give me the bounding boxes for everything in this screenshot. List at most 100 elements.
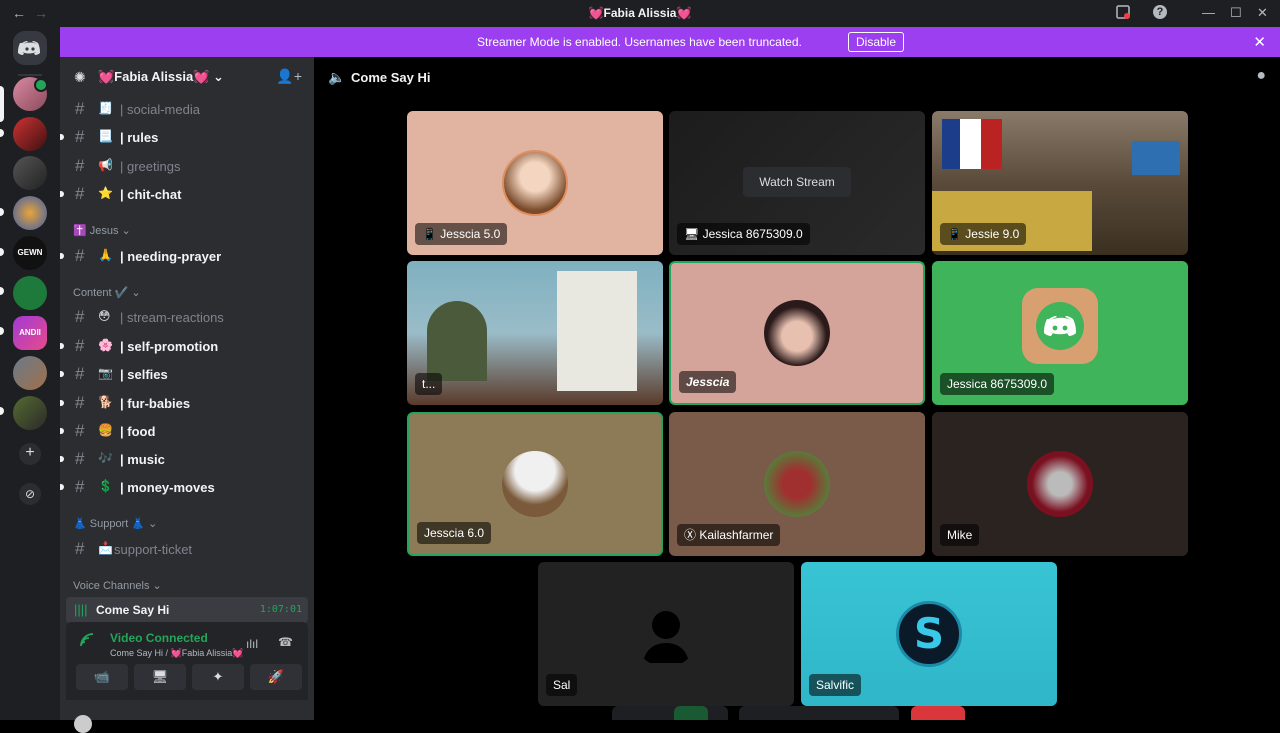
hash-icon: # [75,477,85,496]
watch-stream-button[interactable]: Watch Stream [743,167,851,197]
participant-tile[interactable]: Ⓧ Kailashfarmer [669,412,925,556]
active-server-pill [0,86,4,122]
discover-icon[interactable]: ⊘ [19,483,41,505]
channel-emoji: 🍔 [98,423,113,437]
channel-support-ticket[interactable]: # 📩 support-ticket [68,536,306,562]
hash-icon: # [75,421,85,440]
participant-name-tag: 📱 Jesscia 5.0 [415,223,508,245]
channel-fur-babies[interactable]: # 🐕 | fur-babies [60,390,306,416]
help-icon[interactable]: ? [1153,5,1167,19]
unread-pill [0,248,4,256]
category-voice-channels[interactable]: Voice Channels ⌄ [73,579,162,592]
participant-tile[interactable]: Watch Stream 🖥 Jessica 8675309.0 [669,111,925,255]
channel-emoji: 🧾 [98,101,113,115]
soundboard-button[interactable]: 🚀 [250,664,302,690]
channel-greetings[interactable]: # 📢 | greetings [68,153,306,179]
hash-icon: # [75,539,85,558]
voice-channel-timer: 1:07:01 [259,604,302,615]
unread-dot [60,400,64,406]
title-bar: ← → 💓Fabia Alissia💓 ? — ☐ ✕ [0,0,1280,27]
voice-status[interactable]: Video Connected [110,631,208,645]
channel-label: support-ticket [114,542,193,557]
server-avatar-8[interactable] [13,356,47,390]
participant-tile[interactable]: Sal [538,562,794,706]
user-avatar[interactable] [74,715,92,733]
channel-emoji: 🐕 [98,395,113,409]
voice-channel-name: Come Say Hi [96,603,170,617]
server-avatar-2[interactable] [13,117,47,151]
unread-dot [60,191,64,197]
maximize-button[interactable]: ☐ [1230,5,1242,21]
server-avatar-andii[interactable]: ANDII [13,316,47,350]
participant-tile[interactable]: Jessica 8675309.0 [932,261,1188,405]
channel-label: | fur-babies [120,396,191,411]
participant-tile[interactable]: S Salvific [801,562,1057,706]
close-banner-icon[interactable]: ✕ [1253,33,1266,51]
participant-tile-speaking[interactable]: Jesscia 6.0 [407,412,663,556]
server-settings-icon[interactable]: ✺ [74,69,86,86]
channel-stream-reactions[interactable]: # 😳 | stream-reactions [68,304,306,330]
noise-suppression-icon[interactable]: ılıl [246,637,258,651]
home-discord-icon[interactable] [13,31,47,65]
door-image [557,271,637,391]
channel-chit-chat[interactable]: # ⭐ | chit-chat [60,181,306,207]
channel-music[interactable]: # 🎶 | music [60,446,306,472]
voice-wave-icon: |||| [74,602,88,617]
channel-label: | needing-prayer [120,249,222,264]
channel-needing-prayer[interactable]: # 🙏 | needing-prayer [60,243,306,269]
inbox-icon[interactable] [1116,5,1130,22]
channel-selfies[interactable]: # 📷 | selfies [60,361,306,387]
server-avatar-6[interactable] [13,276,47,310]
server-header[interactable]: ✺ 💓Fabia Alissia💓 ⌄ 👤+ [60,57,314,97]
mic-camera-controls[interactable] [612,706,728,720]
channel-money-moves[interactable]: # 💲 | money-moves [60,474,306,500]
banner-message: Streamer Mode is enabled. Usernames have… [477,35,802,49]
participant-tile[interactable]: 📱 Jessie 9.0 [932,111,1188,255]
channel-social-media[interactable]: # 🧾 | social-media [68,96,306,122]
unread-dot [60,253,64,259]
channel-rules[interactable]: # 📃 | rules [60,124,306,150]
leave-call-button[interactable] [911,706,965,720]
minimize-button[interactable]: — [1202,5,1215,20]
category-jesus[interactable]: ✝️ Jesus ⌄ [73,224,131,237]
server-avatar-3[interactable] [13,156,47,190]
chat-bubble-icon[interactable]: ● [1256,67,1266,85]
unread-pill [0,327,4,335]
category-content[interactable]: Content ✔️ ⌄ [73,286,141,299]
channel-label: | music [120,452,165,467]
hash-icon: # [75,307,85,326]
category-support[interactable]: 👗 Support 👗 ⌄ [73,517,157,530]
add-server-icon[interactable]: + [19,443,41,465]
participant-tile[interactable]: 📱 Jesscia 5.0 [407,111,663,255]
server-name[interactable]: 💓Fabia Alissia💓 ⌄ [98,69,224,85]
channel-food[interactable]: # 🍔 | food [60,418,306,444]
speaker-icon: 🔈 [328,69,346,85]
hash-icon: # [75,184,85,203]
channel-emoji: ⭐ [98,186,113,200]
server-avatar-gewn[interactable]: GEWN [13,236,47,270]
screen-share-button[interactable]: 🖥 [134,664,186,690]
voice-status-subtitle[interactable]: Come Say Hi / 💓Fabia Alissia💓 [110,648,243,659]
participant-tile[interactable]: t... [407,261,663,405]
signal-icon [80,633,94,650]
invite-icon[interactable]: 👤+ [276,68,302,85]
activities-button[interactable]: ✦ [192,664,244,690]
camera-toggle[interactable] [674,706,708,720]
close-window-button[interactable]: ✕ [1257,5,1268,21]
participant-avatar [1027,451,1093,517]
camera-button[interactable]: 📹 [76,664,128,690]
server-avatar-9[interactable] [13,396,47,430]
unread-pill [0,407,4,415]
participant-tile[interactable]: Mike [932,412,1188,556]
unread-dot [60,428,64,434]
voice-channel-come-say-hi[interactable]: |||| Come Say Hi 1:07:01 [66,597,308,623]
share-controls[interactable] [739,706,899,720]
disconnect-icon[interactable]: ☎ [278,635,293,649]
channel-sidebar: ✺ 💓Fabia Alissia💓 ⌄ 👤+ # 🧾 | social-media … [60,57,314,733]
participant-name-tag: Ⓧ Kailashfarmer [677,524,781,546]
channel-emoji: 📃 [98,129,113,143]
channel-self-promotion[interactable]: # 🌸 | self-promotion [60,333,306,359]
disable-button[interactable]: Disable [848,32,904,52]
participant-tile-speaking[interactable]: Jesscia [669,261,925,405]
server-avatar-4[interactable] [13,196,47,230]
